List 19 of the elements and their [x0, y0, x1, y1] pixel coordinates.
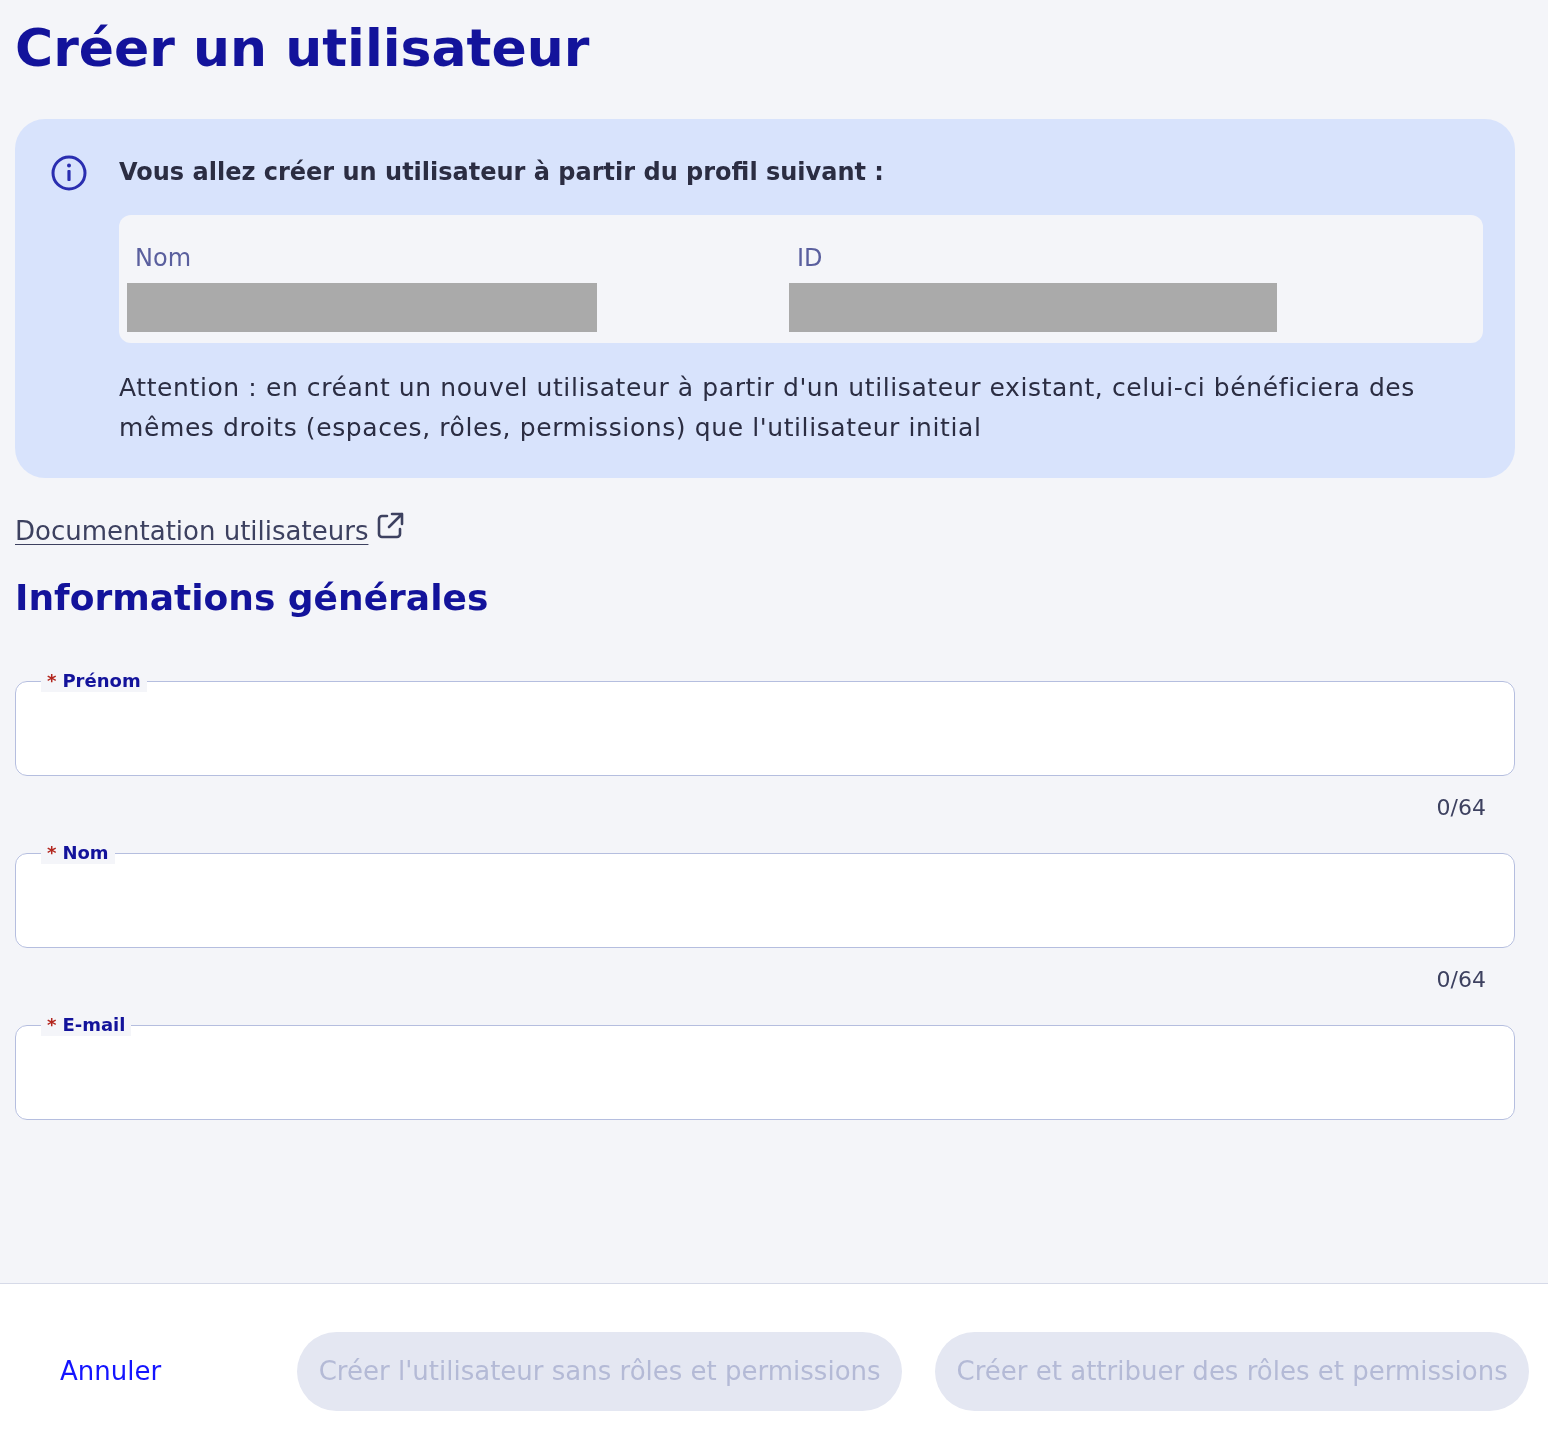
profile-label: Nom [135, 243, 191, 273]
field-label: Nom [62, 842, 109, 864]
cancel-button[interactable]: Annuler [15, 1332, 207, 1411]
input-field[interactable]: * Prénom [15, 670, 1515, 776]
page-title: Créer un utilisateur [15, 18, 590, 78]
notice-heading: Vous allez créer un utilisateur à partir du profil suivant : [119, 157, 884, 188]
required-asterisk: * [47, 670, 57, 692]
character-counter: 0/64 [1436, 967, 1486, 993]
character-counter: 0/64 [1436, 795, 1486, 821]
field-label: Prénom [62, 670, 141, 692]
info-icon [51, 155, 87, 191]
required-asterisk: * [47, 1014, 57, 1036]
required-asterisk: * [47, 842, 57, 864]
section-title: Informations générales [15, 576, 489, 620]
documentation-link[interactable]: Documentation utilisateurs [15, 514, 405, 548]
warning-text: Attention : en créant un nouvel utilisateur à partir d'un utilisateur existant, celui-ci bénéficiera des mêmes droits (espaces, rôles, permissions) que l'utilisateur initial [119, 372, 1416, 444]
field-label: E-mail [62, 1014, 126, 1036]
profile-label: ID [797, 243, 823, 273]
input-field[interactable]: * E-mail [15, 1014, 1515, 1120]
